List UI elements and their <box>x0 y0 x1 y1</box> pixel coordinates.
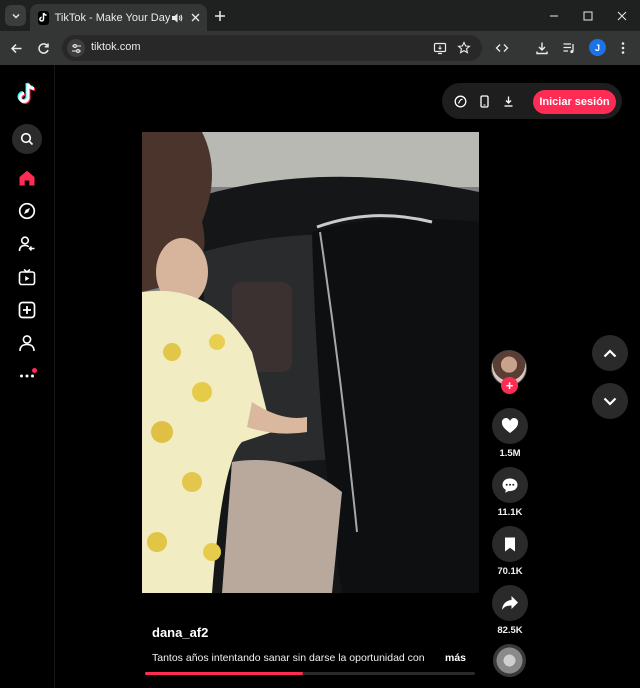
url-text: tiktok.com <box>91 41 141 53</box>
tiktok-logo-icon[interactable] <box>12 79 42 109</box>
video-progress-bar[interactable] <box>145 672 475 675</box>
new-tab-icon[interactable] <box>212 8 228 24</box>
maximize-icon[interactable] <box>580 8 596 24</box>
comments-count: 11.1K <box>497 507 523 518</box>
speaker-icon[interactable] <box>170 11 184 25</box>
chevron-down-icon <box>12 13 19 18</box>
music-disc-icon[interactable] <box>493 644 526 677</box>
video-frame-image <box>142 132 479 593</box>
login-button[interactable]: Iniciar sesión <box>533 90 616 114</box>
following-icon[interactable] <box>12 229 42 259</box>
close-window-icon[interactable] <box>614 8 630 24</box>
more-dots-icon[interactable] <box>12 361 42 391</box>
home-icon[interactable] <box>12 163 42 193</box>
video-username[interactable]: dana_af2 <box>152 625 208 640</box>
browser-tab-tiktok[interactable]: TikTok - Make Your Day <box>30 4 207 31</box>
video-player[interactable] <box>142 132 479 593</box>
saves-count: 70.1K <box>497 566 523 577</box>
tiktok-page: dana_af2 Tantos años intentando sanar si… <box>0 65 640 688</box>
video-caption: Tantos años intentando sanar sin darse l… <box>152 652 425 664</box>
install-app-icon[interactable] <box>432 40 448 56</box>
download-app-icon[interactable] <box>500 93 516 109</box>
share-button[interactable] <box>492 585 528 621</box>
tiktok-favicon-icon <box>38 10 49 25</box>
site-settings-icon[interactable] <box>67 39 85 57</box>
back-arrow-icon[interactable] <box>7 39 25 57</box>
profile-icon[interactable] <box>12 328 42 358</box>
next-video-button[interactable] <box>592 383 628 419</box>
coin-icon[interactable] <box>452 93 468 109</box>
media-queue-icon[interactable] <box>560 39 578 57</box>
explore-compass-icon[interactable] <box>12 196 42 226</box>
like-button[interactable] <box>492 408 528 444</box>
bookmark-star-icon[interactable] <box>456 40 472 56</box>
video-progress-fill <box>145 672 304 675</box>
share-arrow-icon <box>502 596 518 610</box>
tab-title: TikTok - Make Your Day <box>54 11 171 24</box>
profile-avatar[interactable]: J <box>589 39 606 56</box>
browser-toolbar: tiktok.com J <box>0 31 640 65</box>
save-button[interactable] <box>492 526 528 562</box>
close-tab-icon[interactable] <box>190 11 201 25</box>
comment-bubble-icon <box>502 478 518 493</box>
comment-button[interactable] <box>492 467 528 503</box>
reload-icon[interactable] <box>34 39 52 57</box>
chevron-up-icon <box>603 348 617 357</box>
downloads-icon[interactable] <box>533 39 551 57</box>
chevron-down-icon <box>603 397 617 406</box>
address-bar[interactable]: tiktok.com <box>62 35 482 61</box>
shares-count: 82.5K <box>497 625 523 636</box>
bookmark-icon <box>505 537 515 551</box>
phone-app-icon[interactable] <box>476 93 492 109</box>
likes-count: 1.5M <box>499 448 521 459</box>
notification-dot <box>32 368 37 373</box>
live-tv-icon[interactable] <box>12 262 42 292</box>
heart-icon <box>501 418 519 433</box>
caption-more-button[interactable]: más <box>445 652 466 664</box>
more-menu-icon[interactable] <box>614 39 632 57</box>
code-icon[interactable] <box>493 39 511 57</box>
minimize-icon[interactable] <box>546 8 562 24</box>
follow-plus-icon[interactable]: + <box>501 377 518 394</box>
upload-plus-icon[interactable] <box>12 295 42 325</box>
search-icon[interactable] <box>12 124 42 154</box>
tab-search-button[interactable] <box>5 5 26 26</box>
sidebar <box>0 65 55 688</box>
previous-video-button[interactable] <box>592 335 628 371</box>
browser-tab-bar: TikTok - Make Your Day <box>0 0 640 31</box>
